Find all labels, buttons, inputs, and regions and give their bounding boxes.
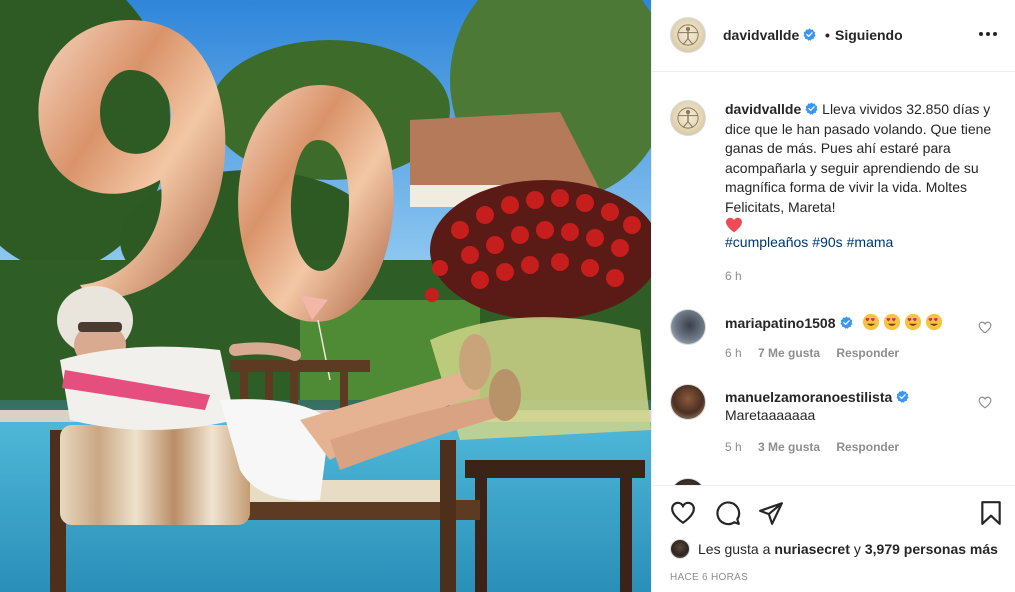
verified-badge-icon [896, 390, 909, 403]
likes-prefix: Les gusta a [698, 541, 771, 557]
heart-eyes-emoji-icon [905, 313, 922, 331]
hashtag-link[interactable]: #90s [812, 234, 842, 250]
liker-avatar[interactable] [670, 539, 690, 559]
comment-likes[interactable]: 7 Me gusta [758, 346, 820, 360]
verified-badge-icon [839, 316, 853, 329]
comment-text: mariapatino1508 [725, 313, 946, 332]
comment-bubble-icon[interactable] [715, 500, 741, 526]
author-username[interactable]: davidvallde [723, 27, 816, 43]
comment-timestamp[interactable]: 6 h [725, 346, 742, 360]
comment-meta: 5 h 3 Me gusta Responder [725, 440, 912, 454]
caption-body: Lleva vividos 32.850 días y dice que le … [725, 101, 992, 215]
post-side-panel: davidvallde • Siguiendo davidvallde Llev… [651, 0, 1015, 592]
author-avatar[interactable] [670, 17, 706, 53]
commenter-avatar[interactable] [670, 384, 706, 420]
reply-button[interactable]: Responder [836, 440, 899, 454]
comment-meta: 6 h 7 Me gusta Responder [725, 346, 912, 360]
more-options-icon[interactable] [974, 22, 1002, 46]
likes-others-link[interactable]: 3,979 personas más [865, 541, 998, 557]
heart-eyes-emoji-icon [926, 313, 943, 331]
comment-item-partial [652, 478, 1015, 485]
red-heart-emoji-icon [726, 217, 742, 233]
verified-badge-icon [803, 28, 816, 41]
comment-timestamp[interactable]: 5 h [725, 440, 742, 454]
comment-like-heart-icon[interactable] [978, 321, 992, 334]
comment-username[interactable]: mariapatino1508 [725, 315, 836, 331]
comment-username[interactable]: manuelzamoranoestilista [725, 389, 892, 405]
comment-emojis [862, 313, 946, 331]
caption-username[interactable]: davidvallde [725, 101, 801, 117]
following-button[interactable]: Siguiendo [835, 27, 903, 43]
caption-text: davidvallde Lleva vividos 32.850 días y … [725, 100, 997, 237]
comment-likes[interactable]: 3 Me gusta [758, 440, 820, 454]
commenter-avatar[interactable] [670, 309, 706, 345]
caption-author-avatar[interactable] [670, 100, 706, 136]
likes-connector: y [853, 541, 861, 557]
verified-badge-icon [805, 102, 818, 115]
hashtag-link[interactable]: #mama [847, 234, 894, 250]
header-separator: • [825, 27, 830, 43]
vitruvian-figure-icon [677, 107, 699, 129]
photo-scene [0, 0, 651, 592]
heart-eyes-emoji-icon [863, 313, 880, 331]
vitruvian-figure-icon [677, 24, 699, 46]
liker-username[interactable]: nuriasecret [774, 541, 849, 557]
comments-list[interactable]: davidvallde Lleva vividos 32.850 días y … [652, 73, 1015, 485]
comment-like-heart-icon[interactable] [978, 396, 992, 409]
bookmark-icon[interactable] [978, 500, 1004, 526]
comment-item: mariapatino1508 6 h 7 Me gusta Responder [652, 309, 1015, 389]
post-timestamp[interactable]: HACE 6 HORAS [670, 572, 748, 583]
heart-outline-icon[interactable] [670, 500, 696, 526]
caption-hashtags: #cumpleaños #90s #mama [725, 234, 897, 250]
reply-button[interactable]: Responder [836, 346, 899, 360]
comment-text: manuelzamoranoestilista Maretaaaaaaa [725, 388, 909, 424]
commenter-avatar[interactable] [670, 478, 706, 485]
comment-body: Maretaaaaaaa [725, 407, 816, 423]
paper-plane-icon[interactable] [758, 500, 784, 526]
hashtag-link[interactable]: #cumpleaños [725, 234, 808, 250]
likes-summary: Les gusta a nuriasecret y 3,979 personas… [670, 539, 1002, 559]
post-actions: Les gusta a nuriasecret y 3,979 personas… [652, 485, 1015, 592]
caption-timestamp[interactable]: 6 h [725, 269, 742, 283]
post-header: davidvallde • Siguiendo [652, 0, 1015, 72]
post-photo[interactable] [0, 0, 651, 592]
heart-eyes-emoji-icon [884, 313, 901, 331]
comment-item: manuelzamoranoestilista Maretaaaaaaa 5 h… [652, 384, 1015, 464]
